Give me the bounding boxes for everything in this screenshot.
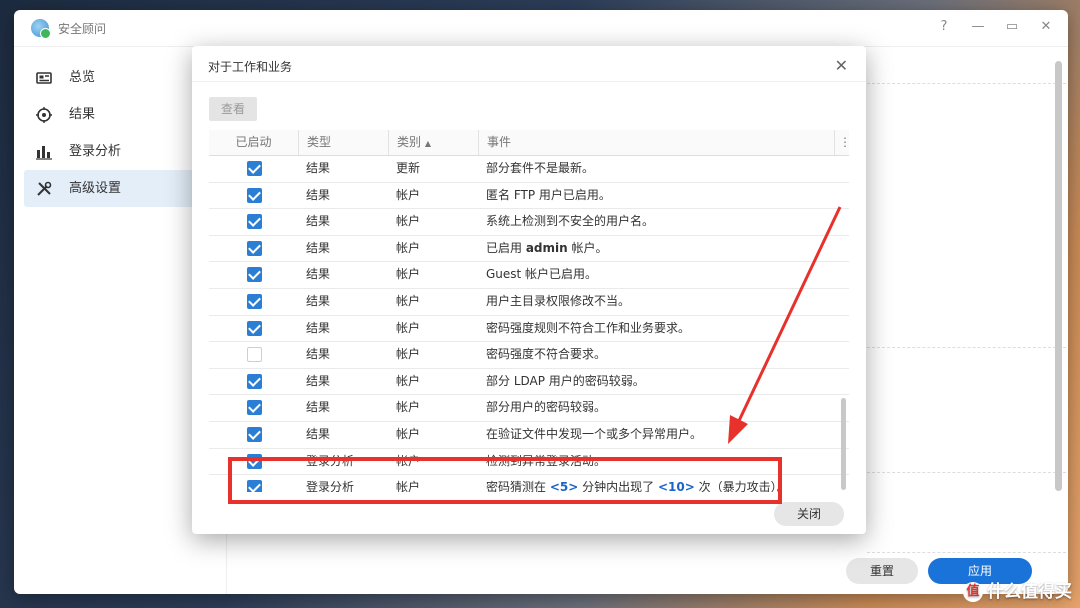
- watermark-logo-icon: 值: [963, 582, 983, 602]
- watermark: 值什么值得买: [963, 577, 1072, 602]
- annotation-arrow: [728, 206, 842, 444]
- arrow-line: [735, 206, 842, 426]
- watermark-text: 什么值得买: [987, 582, 1072, 602]
- arrow-head: [728, 415, 748, 444]
